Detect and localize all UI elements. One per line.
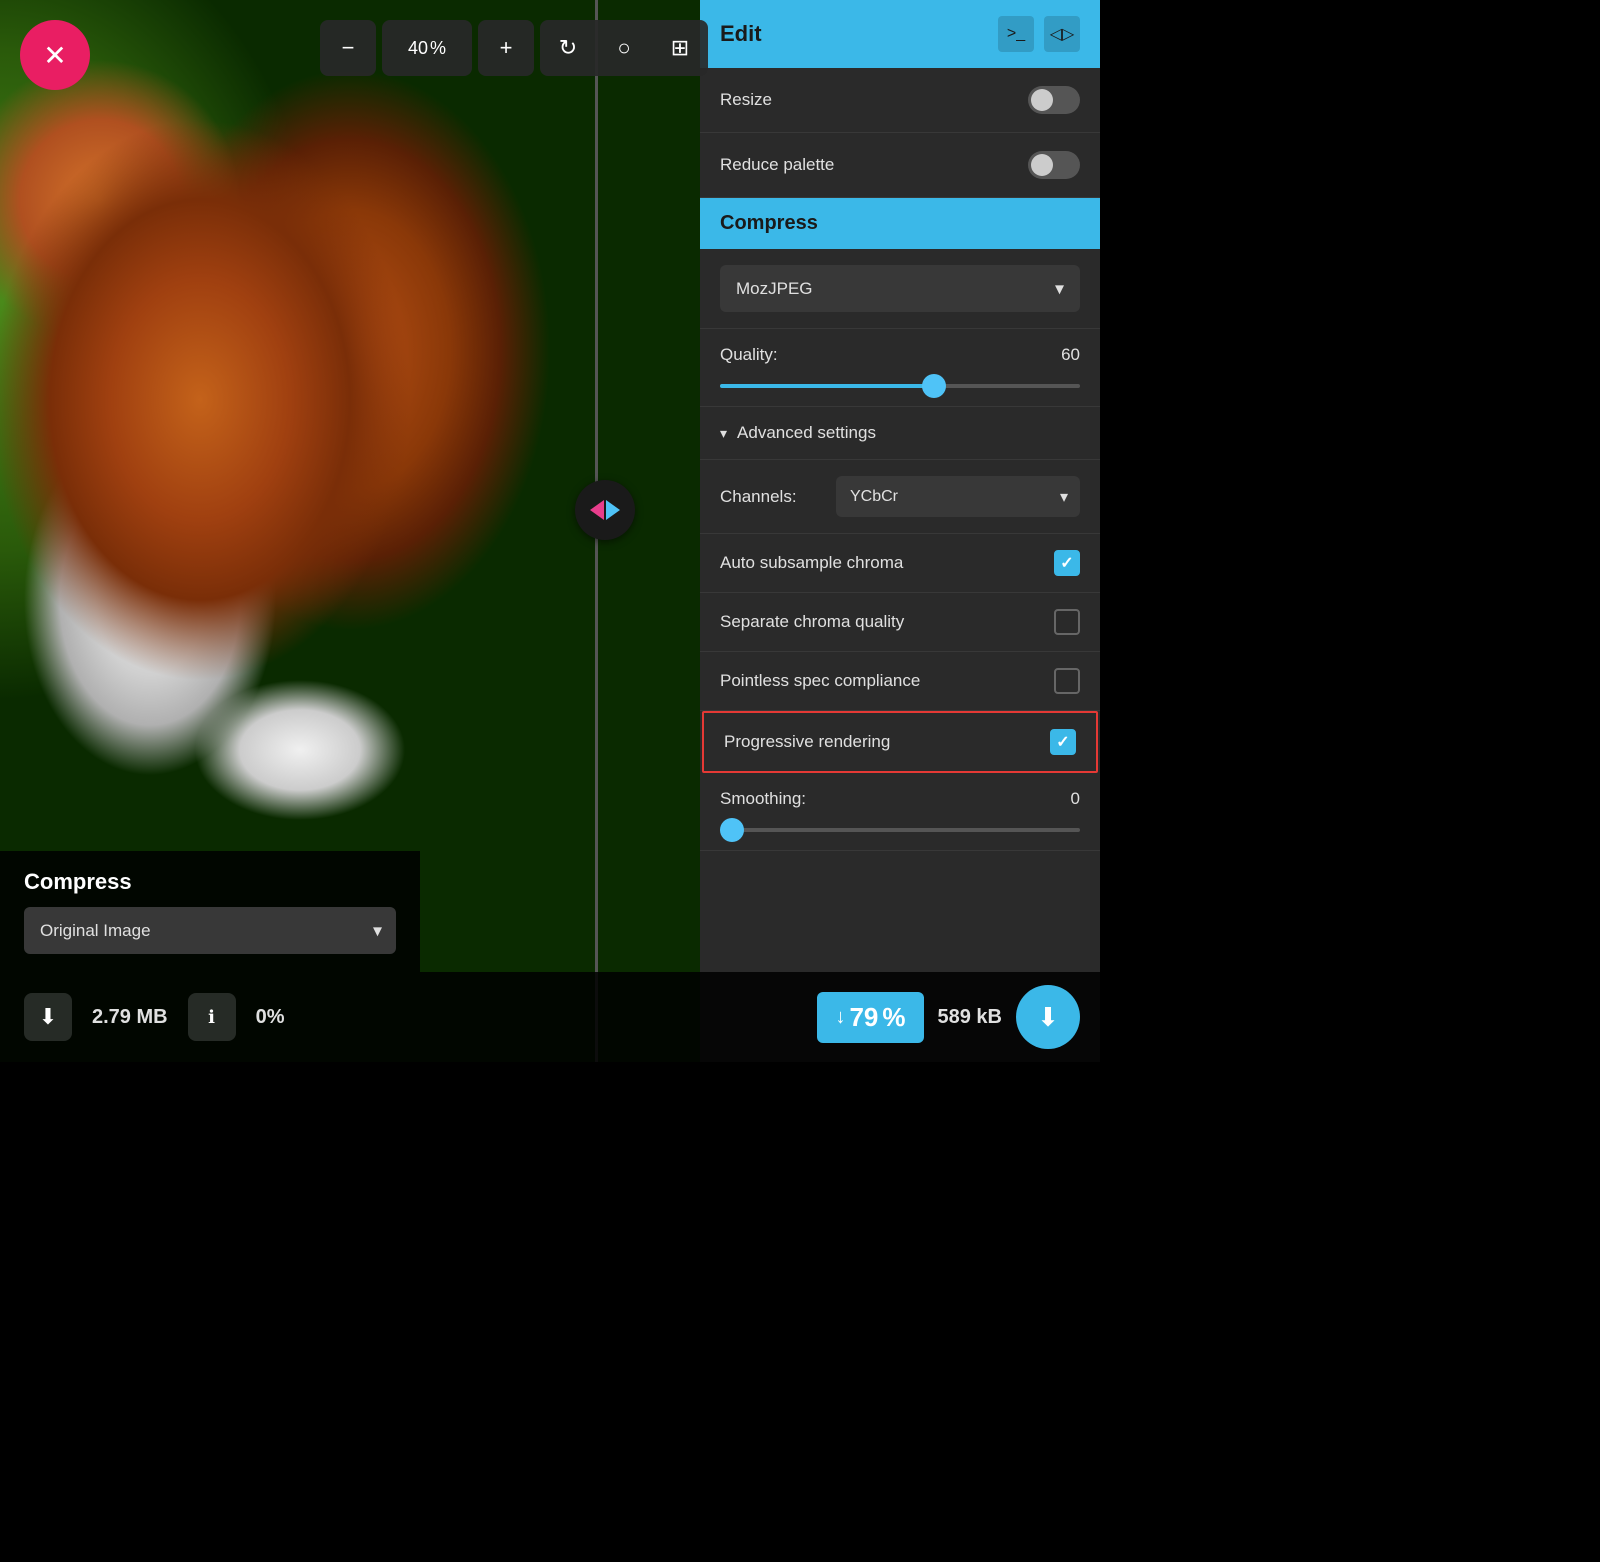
progressive-rendering-label: Progressive rendering: [724, 732, 890, 752]
savings-percent: 79: [849, 1002, 878, 1033]
output-size: 589 kB: [938, 1006, 1003, 1029]
top-toolbar: − 40 % + ↻ ○ ⊞: [320, 20, 708, 76]
advanced-settings-label: Advanced settings: [737, 423, 876, 443]
channels-label: Channels:: [720, 487, 820, 507]
pointless-spec-checkbox[interactable]: [1054, 668, 1080, 694]
zoom-out-button[interactable]: −: [320, 20, 376, 76]
resize-label: Resize: [720, 90, 772, 110]
pointless-spec-label: Pointless spec compliance: [720, 671, 920, 691]
arrow-left-icon: [590, 500, 604, 520]
edit-header-icons: >_ ◁▷: [998, 16, 1080, 52]
separate-chroma-row: Separate chroma quality: [700, 593, 1100, 652]
quality-label: Quality:: [720, 345, 778, 365]
percent-value: 0: [256, 1006, 267, 1028]
resize-toggle[interactable]: [1028, 86, 1080, 114]
quality-slider[interactable]: [720, 384, 1080, 388]
quality-top: Quality: 60: [720, 345, 1080, 365]
resize-row: Resize: [700, 68, 1100, 133]
progressive-rendering-checkbox[interactable]: [1050, 729, 1076, 755]
zoom-display: 40 %: [382, 20, 472, 76]
bottom-percent-left: 0%: [256, 1006, 285, 1029]
savings-arrow-icon: ↓: [835, 1006, 845, 1029]
chevron-down-icon: ▾: [720, 425, 727, 442]
separate-chroma-label: Separate chroma quality: [720, 612, 904, 632]
zoom-unit: %: [430, 38, 446, 59]
auto-subsample-checkbox[interactable]: [1054, 550, 1080, 576]
grid-button[interactable]: ⊞: [652, 20, 708, 76]
bottom-bar-right: ↓ 79 % 589 kB ⬇: [700, 972, 1100, 1062]
rotate-button[interactable]: ↻: [540, 20, 596, 76]
right-panel: Edit >_ ◁▷ Resize Reduce palette Compres…: [700, 0, 1100, 1062]
edit-title: Edit: [720, 21, 762, 47]
compress-title: Compress: [720, 212, 818, 234]
separate-chroma-checkbox[interactable]: [1054, 609, 1080, 635]
savings-unit: %: [882, 1002, 905, 1033]
reduce-palette-toggle[interactable]: [1028, 151, 1080, 179]
compress-bottom-title: Compress: [24, 869, 396, 895]
channels-dropdown-wrapper: YCbCr RGB CMYK: [836, 476, 1080, 517]
resize-toggle-knob: [1031, 89, 1053, 111]
reduce-palette-knob: [1031, 154, 1053, 176]
advanced-settings-row[interactable]: ▾ Advanced settings: [700, 407, 1100, 460]
compare-arrows: [590, 500, 620, 520]
arrow-right-icon: [606, 500, 620, 520]
quality-value: 60: [1061, 345, 1080, 365]
compress-section-header: Compress: [700, 198, 1100, 249]
circle-button[interactable]: ○: [596, 20, 652, 76]
channels-row: Channels: YCbCr RGB CMYK: [700, 460, 1100, 534]
compress-bottom-select[interactable]: Original Image Compressed Image: [24, 907, 396, 954]
smoothing-label: Smoothing:: [720, 789, 806, 809]
info-icon[interactable]: ℹ: [188, 993, 236, 1041]
compress-bottom-panel: Compress Original Image Compressed Image: [0, 851, 420, 972]
download-icon-left[interactable]: ⬇: [24, 993, 72, 1041]
zoom-in-button[interactable]: +: [478, 20, 534, 76]
zoom-value: 40: [408, 38, 428, 59]
pointless-spec-row: Pointless spec compliance: [700, 652, 1100, 711]
progressive-rendering-row: Progressive rendering: [702, 711, 1098, 773]
codec-dropdown-wrapper: MozJPEG WebP AVIF OxiPNG: [720, 265, 1080, 312]
file-size: 2.79 MB: [92, 1006, 168, 1029]
channels-select[interactable]: YCbCr RGB CMYK: [836, 476, 1080, 517]
smoothing-slider[interactable]: [720, 828, 1080, 832]
terminal-button[interactable]: >_: [998, 16, 1034, 52]
auto-subsample-label: Auto subsample chroma: [720, 553, 903, 573]
quality-row: Quality: 60: [700, 329, 1100, 407]
reduce-palette-label: Reduce palette: [720, 155, 834, 175]
arrows-button[interactable]: ◁▷: [1044, 16, 1080, 52]
smoothing-top: Smoothing: 0: [720, 789, 1080, 809]
smoothing-value: 0: [1071, 789, 1080, 809]
bottom-bar-left: ⬇ 2.79 MB ℹ 0%: [0, 972, 700, 1062]
auto-subsample-row: Auto subsample chroma: [700, 534, 1100, 593]
codec-select[interactable]: MozJPEG WebP AVIF OxiPNG: [720, 265, 1080, 312]
edit-header: Edit >_ ◁▷: [700, 0, 1100, 68]
download-button-right[interactable]: ⬇: [1016, 985, 1080, 1049]
close-button[interactable]: ✕: [20, 20, 90, 90]
compress-bottom-dropdown-wrapper: Original Image Compressed Image: [24, 907, 396, 954]
smoothing-row: Smoothing: 0: [700, 773, 1100, 851]
codec-dropdown-row: MozJPEG WebP AVIF OxiPNG: [700, 249, 1100, 329]
savings-badge: ↓ 79 %: [817, 992, 923, 1043]
compare-handle[interactable]: [575, 480, 635, 540]
reduce-palette-row: Reduce palette: [700, 133, 1100, 198]
toolbar-group: ↻ ○ ⊞: [540, 20, 708, 76]
